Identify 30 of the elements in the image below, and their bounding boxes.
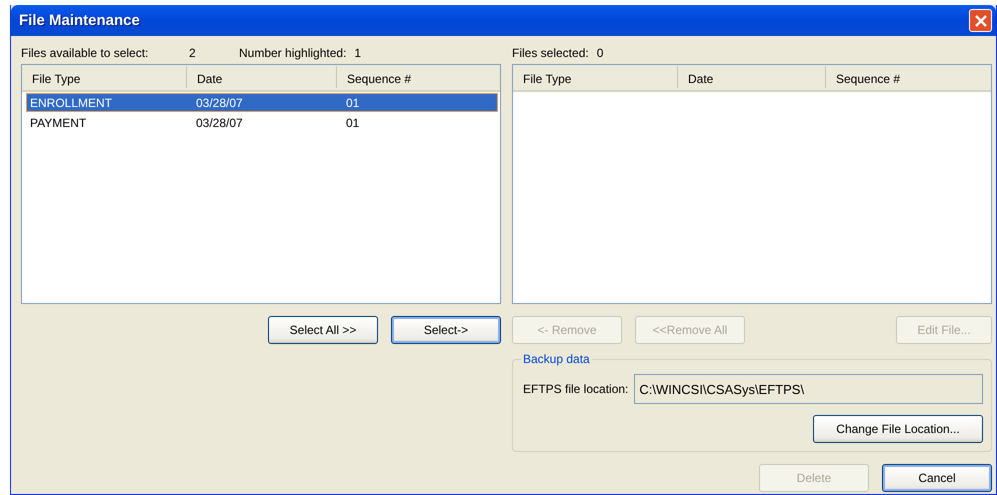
select-button[interactable]: Select-> — [391, 316, 501, 344]
file-row[interactable]: ENROLLMENT 03/28/07 01 — [26, 93, 498, 112]
location-field[interactable]: C:\WINCSI\CSASys\EFTPS\ — [634, 374, 983, 404]
table-cell-text: 01 — [345, 116, 360, 130]
selected-label: Files selected: — [512, 46, 589, 60]
table-cell-text: 03/28/07 — [195, 96, 244, 110]
column-header[interactable]: Date — [678, 66, 826, 88]
location-label: EFTPS file location: — [523, 382, 628, 396]
column-header[interactable]: Sequence # — [826, 66, 991, 88]
highlighted-label: Number highlighted: — [239, 46, 346, 60]
select-button[interactable]: Select All >> — [268, 316, 378, 344]
group-title: Backup data — [522, 352, 591, 366]
table-cell-text: 01 — [345, 96, 360, 110]
table-cell-text: 03/28/07 — [195, 116, 244, 130]
column-header[interactable]: Date — [187, 66, 337, 88]
column-header[interactable]: File Type — [22, 66, 187, 88]
close-icon — [974, 14, 988, 28]
window-title: File Maintenance — [19, 12, 140, 29]
selected-count: 0 — [596, 46, 604, 60]
file-row[interactable]: PAYMENT 03/28/07 01 — [26, 113, 498, 132]
table-cell-text: ENROLLMENT — [29, 96, 114, 110]
available-label: Files available to select: — [21, 46, 150, 60]
close-button[interactable] — [969, 9, 992, 32]
highlighted-count: 1 — [354, 46, 362, 60]
change-location-button[interactable]: Change File Location... — [813, 415, 983, 443]
dialog-button[interactable]: Cancel — [882, 464, 992, 492]
available-count: 2 — [189, 46, 197, 60]
column-header[interactable]: File Type — [513, 66, 678, 88]
table-cell-text: PAYMENT — [29, 116, 88, 130]
column-header[interactable]: Sequence # — [337, 66, 500, 88]
